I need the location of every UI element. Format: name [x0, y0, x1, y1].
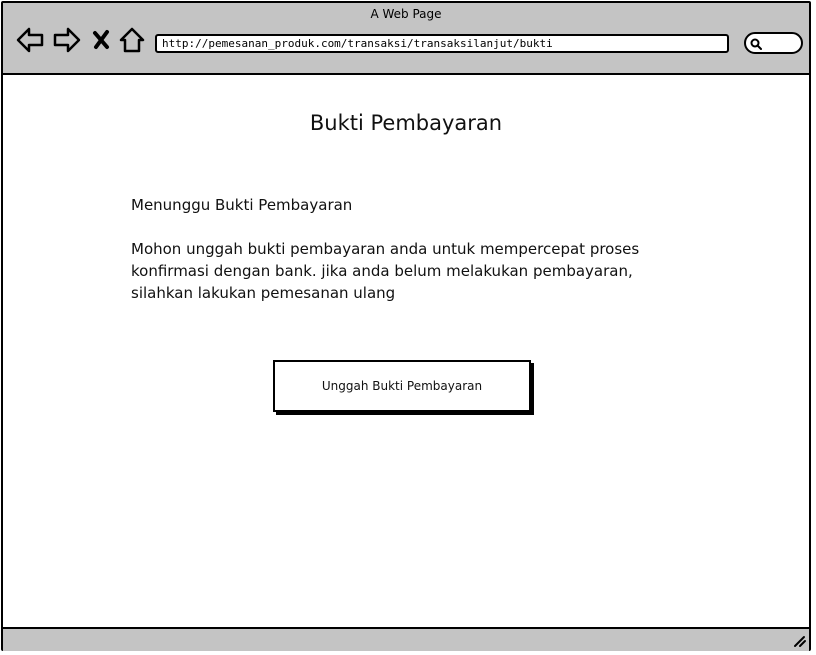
- window-title: A Web Page: [370, 7, 442, 21]
- back-button[interactable]: [15, 25, 45, 55]
- back-arrow-icon: [16, 27, 44, 53]
- address-bar[interactable]: http://pemesanan_produk.com/transaksi/tr…: [155, 34, 729, 53]
- payment-status-heading: Menunggu Bukti Pembayaran: [131, 196, 353, 214]
- page-title: Bukti Pembayaran: [309, 111, 503, 135]
- forward-arrow-icon: [53, 27, 81, 53]
- stop-button[interactable]: [91, 25, 113, 55]
- search-icon: [750, 38, 762, 50]
- home-icon: [119, 27, 145, 53]
- page-content: Bukti Pembayaran Menunggu Bukti Pembayar…: [3, 75, 809, 627]
- search-input[interactable]: [744, 32, 803, 54]
- browser-window: A Web Page http://pemesanan_produk.com/t…: [1, 1, 811, 651]
- resize-grip-icon[interactable]: [791, 632, 807, 648]
- upload-payment-proof-button[interactable]: Unggah Bukti Pembayaran: [273, 360, 531, 412]
- browser-titlebar: A Web Page http://pemesanan_produk.com/t…: [3, 3, 809, 75]
- browser-statusbar: [3, 627, 809, 651]
- forward-button[interactable]: [52, 25, 82, 55]
- home-button[interactable]: [117, 25, 147, 55]
- instruction-message: Mohon unggah bukti pembayaran anda untuk…: [131, 240, 640, 302]
- close-x-icon: [93, 30, 109, 49]
